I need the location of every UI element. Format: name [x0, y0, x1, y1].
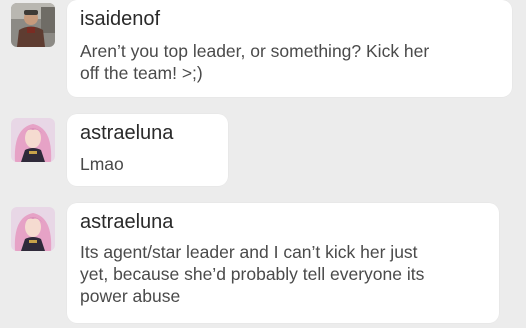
message-text: Lmao — [80, 153, 124, 175]
message-text: Its agent/star leader and I can’t kick h… — [80, 241, 424, 307]
message-username[interactable]: astraeluna — [80, 210, 173, 234]
message-line: yet, because she’d probably tell everyon… — [80, 264, 425, 284]
message-line: Its agent/star leader and I can’t kick h… — [80, 242, 418, 262]
avatar[interactable] — [11, 207, 55, 251]
message-bubble: isaidenof Aren’t you top leader, or some… — [67, 0, 512, 97]
message-username[interactable]: isaidenof — [80, 7, 160, 31]
message-line: Aren’t you top leader, or something? Kic… — [80, 41, 430, 61]
avatar-pink-hair-icon — [11, 118, 55, 162]
message-bubble: astraeluna Lmao — [67, 114, 228, 186]
message-bubble: astraeluna Its agent/star leader and I c… — [67, 203, 499, 323]
message-text: Aren’t you top leader, or something? Kic… — [80, 40, 429, 84]
message-line: Lmao — [80, 154, 124, 174]
avatar[interactable] — [11, 3, 55, 47]
avatar-man-icon — [11, 3, 55, 47]
avatar[interactable] — [11, 118, 55, 162]
avatar-pink-hair-icon — [11, 207, 55, 251]
message-line: power abuse — [80, 286, 181, 306]
message-line: off the team! >;) — [80, 63, 203, 83]
message-username[interactable]: astraeluna — [80, 121, 173, 145]
